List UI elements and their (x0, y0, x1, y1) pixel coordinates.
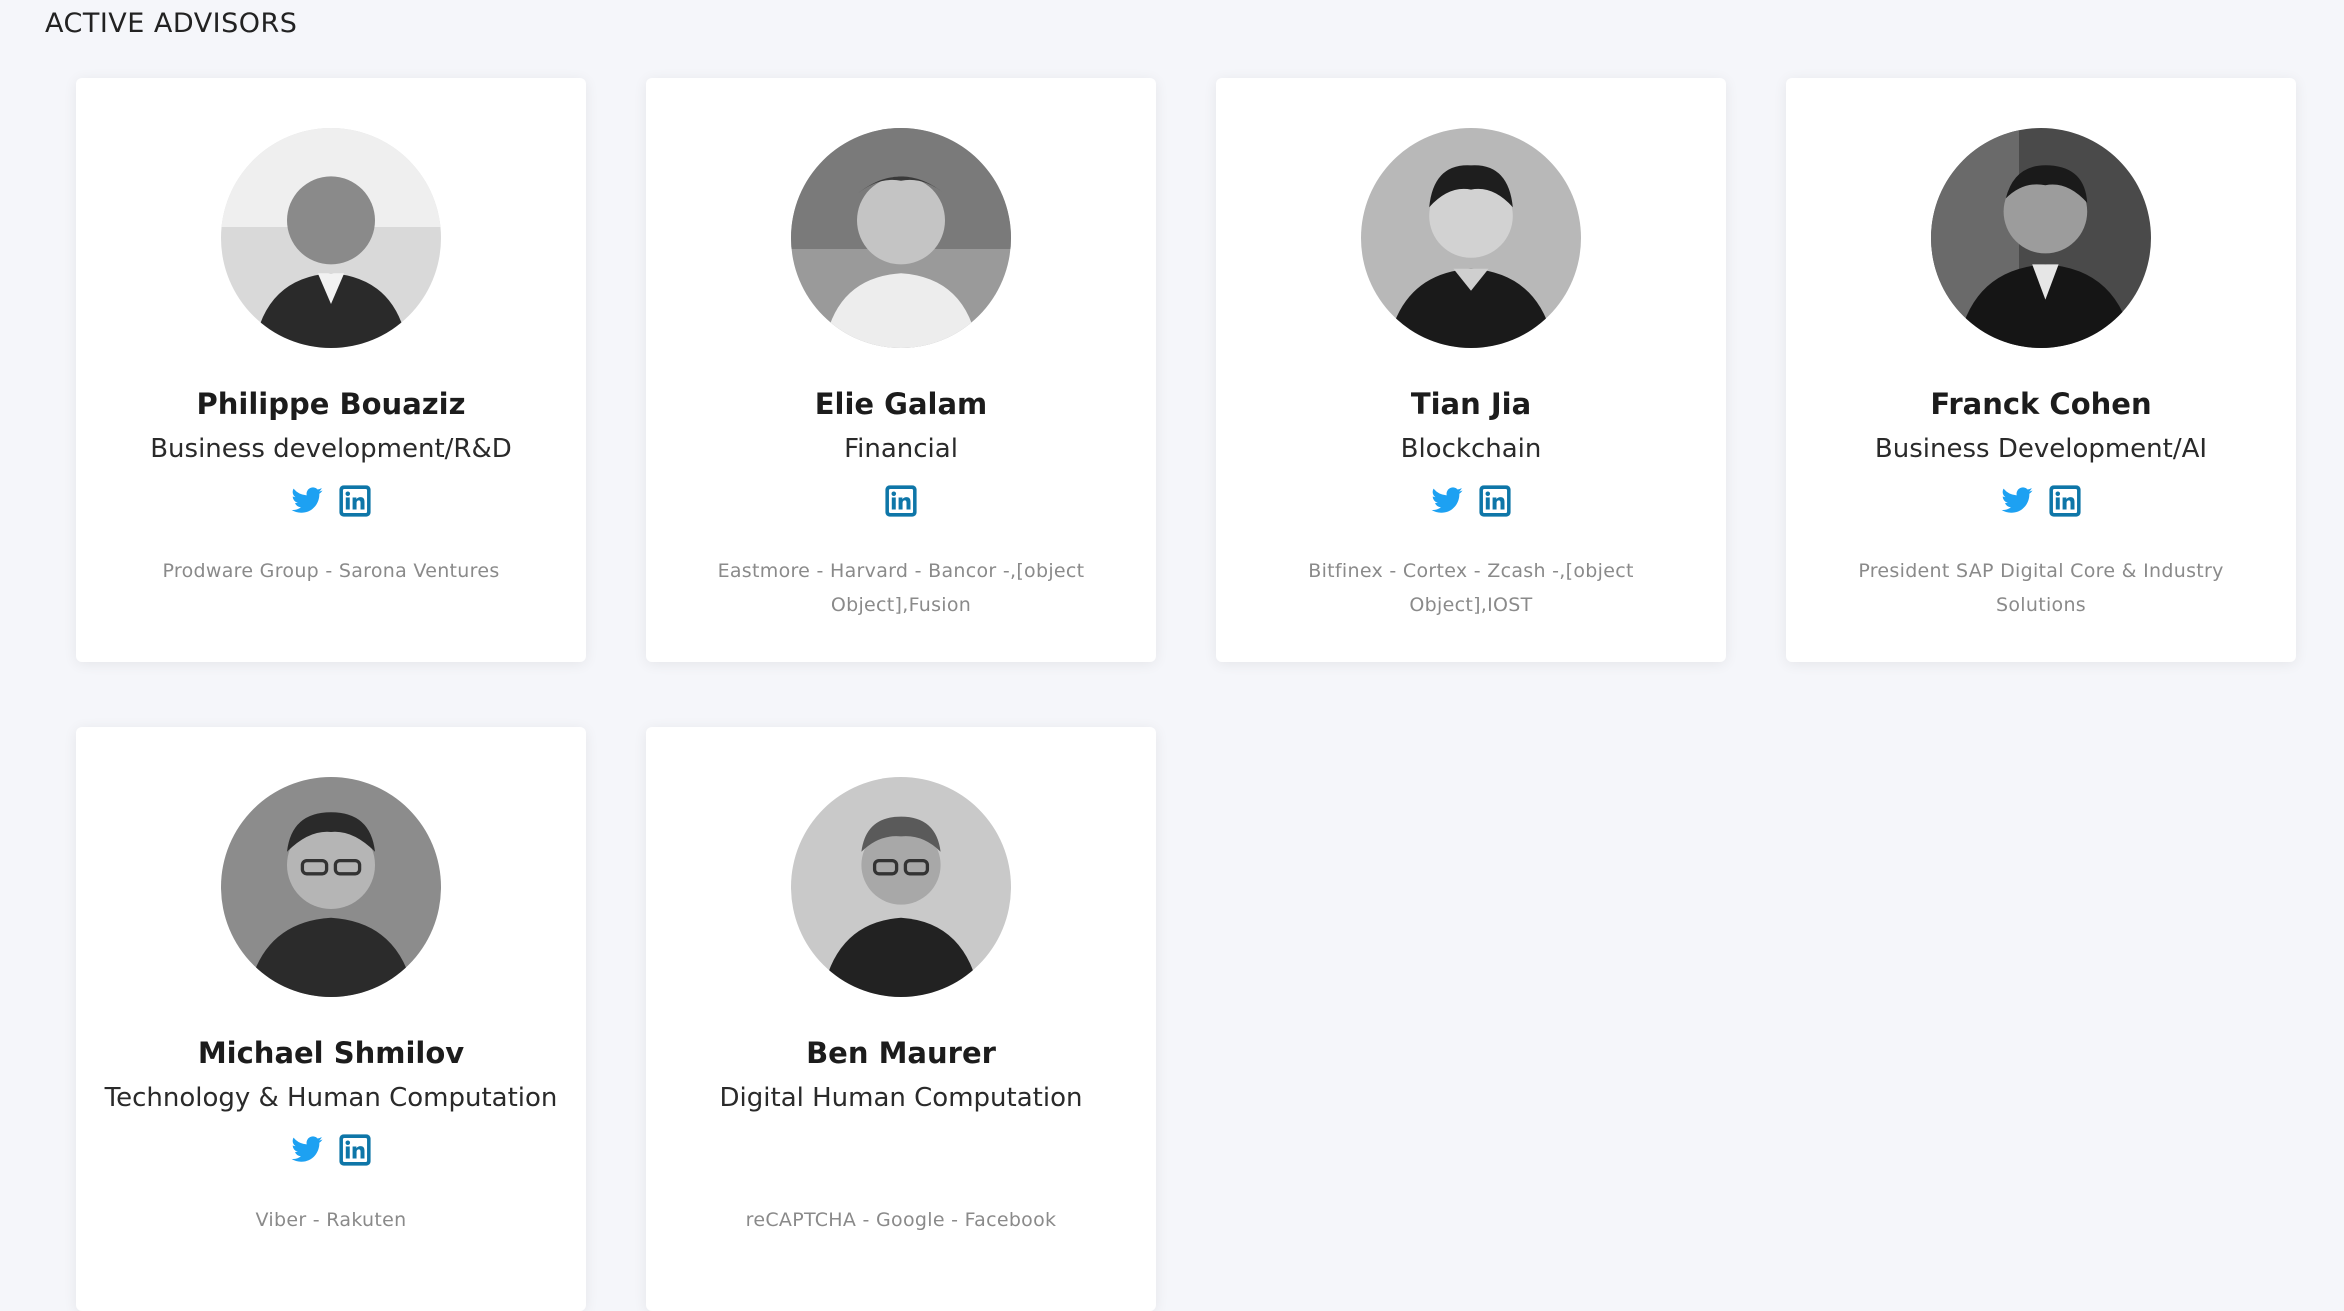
advisor-role: Financial (844, 434, 958, 464)
advisor-affiliation: Prodware Group - Sarona Ventures (162, 560, 500, 582)
advisor-name: Franck Cohen (1930, 387, 2152, 421)
advisor-role: Blockchain (1400, 434, 1542, 464)
advisor-card: Tian Jia Blockchain Bitfinex - Cortex - … (1216, 78, 1726, 662)
advisor-card: Michael Shmilov Technology & Human Compu… (76, 727, 586, 1311)
avatar (791, 777, 1011, 997)
advisor-name: Michael Shmilov (197, 1036, 465, 1070)
linkedin-icon[interactable] (338, 1133, 372, 1167)
social-links (1786, 484, 2296, 520)
advisor-card: Elie Galam Financial Eastmore - Harvard … (646, 78, 1156, 662)
advisor-affiliation: President SAP Digital Core & Industry So… (1858, 560, 2224, 616)
twitter-icon[interactable] (290, 484, 324, 518)
avatar (1361, 128, 1581, 348)
advisor-name: Tian Jia (1410, 387, 1532, 421)
social-links (1216, 484, 1726, 520)
linkedin-icon[interactable] (884, 484, 918, 518)
advisor-role: Technology & Human Computation (104, 1083, 558, 1113)
social-links (76, 484, 586, 520)
twitter-icon[interactable] (1430, 484, 1464, 518)
avatar (221, 128, 441, 348)
advisor-name: Philippe Bouaziz (196, 387, 466, 421)
advisor-name: Ben Maurer (806, 1036, 996, 1070)
social-links (76, 1133, 586, 1169)
advisor-name: Elie Galam (814, 387, 988, 421)
avatar (221, 777, 441, 997)
advisor-role: Digital Human Computation (719, 1083, 1083, 1113)
social-links (646, 1133, 1156, 1169)
advisor-affiliation: Eastmore - Harvard - Bancor -,[object Ob… (717, 560, 1085, 616)
avatar (1931, 128, 2151, 348)
social-links (646, 484, 1156, 520)
section-title: ACTIVE ADVISORS (45, 8, 298, 39)
linkedin-icon[interactable] (338, 484, 372, 518)
advisor-affiliation: reCAPTCHA - Google - Facebook (745, 1209, 1057, 1231)
advisor-card: Franck Cohen Business Development/AI Pre… (1786, 78, 2296, 662)
twitter-icon[interactable] (2000, 484, 2034, 518)
advisor-role: Business Development/AI (1874, 434, 2208, 464)
advisor-card: Philippe Bouaziz Business development/R&… (76, 78, 586, 662)
advisor-affiliation: Bitfinex - Cortex - Zcash -,[object Obje… (1308, 560, 1634, 616)
advisor-card: Ben Maurer Digital Human Computation reC… (646, 727, 1156, 1311)
avatar (791, 128, 1011, 348)
advisors-grid: Philippe Bouaziz Business development/R&… (76, 78, 2296, 1311)
advisor-role: Business development/R&D (150, 434, 512, 464)
twitter-icon[interactable] (290, 1133, 324, 1167)
linkedin-icon[interactable] (2048, 484, 2082, 518)
advisor-affiliation: Viber - Rakuten (255, 1209, 407, 1231)
linkedin-icon[interactable] (1478, 484, 1512, 518)
